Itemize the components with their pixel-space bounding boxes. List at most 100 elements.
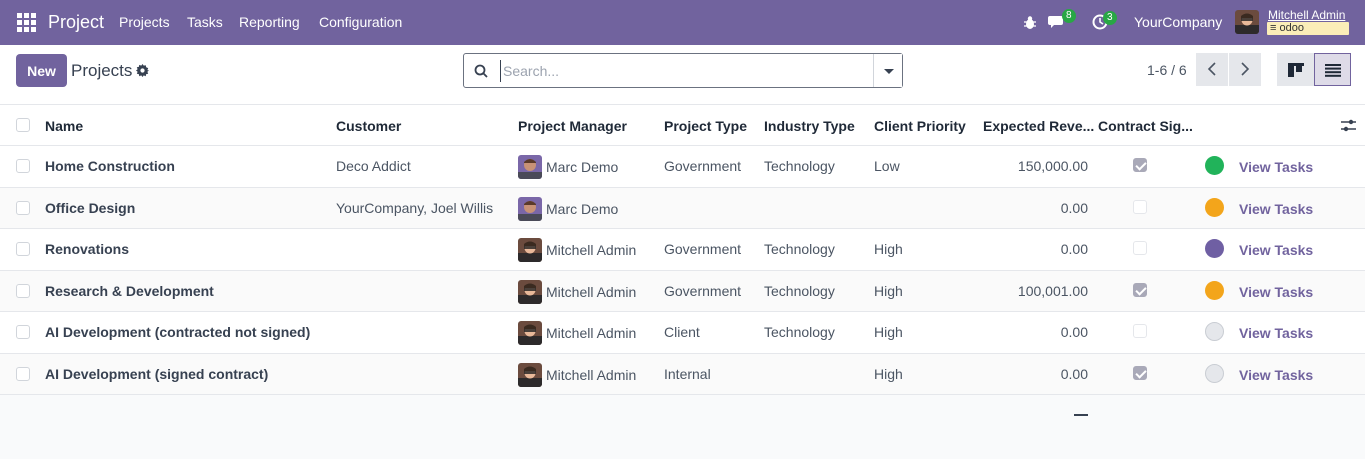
select-all-checkbox[interactable] <box>16 118 30 132</box>
status-indicator[interactable] <box>1205 280 1224 300</box>
menu-reporting[interactable]: Reporting <box>239 14 300 30</box>
industry-type: Technology <box>764 324 835 340</box>
project-name[interactable]: AI Development (signed contract) <box>45 366 268 382</box>
client-priority: Low <box>874 158 900 174</box>
view-tasks-button[interactable]: View Tasks <box>1239 284 1313 300</box>
view-tasks-button[interactable]: View Tasks <box>1239 325 1313 341</box>
row-checkbox[interactable] <box>16 325 30 339</box>
header-project-type[interactable]: Project Type <box>664 118 747 134</box>
pager-value[interactable]: 1-6 / 6 <box>1147 62 1187 78</box>
industry-type: Technology <box>764 241 835 257</box>
project-type: Internal <box>664 365 711 382</box>
header-contract-signed[interactable]: Contract Sig... <box>1098 118 1193 134</box>
database-name: odoo <box>1279 22 1304 34</box>
project-manager[interactable]: Mitchell Admin <box>546 242 636 258</box>
search-input[interactable] <box>500 60 870 82</box>
menu-configuration[interactable]: Configuration <box>319 14 402 30</box>
view-tasks-button[interactable]: View Tasks <box>1239 201 1313 217</box>
status-indicator[interactable] <box>1205 197 1224 217</box>
table-row[interactable]: Research & Development Mitchell Admin Gove… <box>0 270 1365 312</box>
row-checkbox[interactable] <box>16 159 30 173</box>
contract-signed-checkbox[interactable] <box>1133 324 1147 338</box>
header-client-priority[interactable]: Client Priority <box>874 118 966 134</box>
search-options-toggle[interactable] <box>873 54 902 87</box>
customer: Deco Addict <box>336 158 411 174</box>
messages-badge: 8 <box>1062 9 1076 23</box>
project-name[interactable]: AI Development (contracted not signed) <box>45 324 310 340</box>
apps-menu-icon[interactable] <box>17 13 36 32</box>
list-view-button[interactable] <box>1314 53 1351 86</box>
menu-tasks[interactable]: Tasks <box>187 14 223 30</box>
view-tasks-button[interactable]: View Tasks <box>1239 159 1313 175</box>
expected-revenue: 150,000.00 <box>1017 158 1088 174</box>
debug-icon[interactable] <box>1023 15 1037 30</box>
contract-signed-checkbox[interactable] <box>1133 365 1147 380</box>
optional-columns-icon[interactable] <box>1341 119 1356 132</box>
client-priority: High <box>874 365 903 382</box>
project-manager[interactable]: Mitchell Admin <box>546 284 636 300</box>
expected-revenue: 100,001.00 <box>1017 282 1088 299</box>
expected-revenue: 0.00 <box>1060 324 1088 340</box>
header-name[interactable]: Name <box>45 118 83 134</box>
table-row[interactable]: Office Design YourCompany, Joel Willis Mar… <box>0 187 1365 229</box>
project-name[interactable]: Research & Development <box>45 283 214 299</box>
new-button[interactable]: New <box>16 54 67 87</box>
row-checkbox[interactable] <box>16 200 30 215</box>
menu-projects[interactable]: Projects <box>119 14 170 30</box>
database-icon: ≡ <box>1270 22 1277 34</box>
table-row[interactable]: AI Development (signed contract) Mitchell… <box>0 353 1365 395</box>
project-type: Government <box>664 241 742 257</box>
manager-avatar <box>518 362 542 387</box>
client-priority: High <box>874 282 903 299</box>
row-checkbox[interactable] <box>16 283 30 298</box>
project-manager[interactable]: Mitchell Admin <box>546 325 636 341</box>
footer-separator <box>1074 414 1088 416</box>
project-manager[interactable]: Mitchell Admin <box>546 367 636 383</box>
gear-icon[interactable] <box>136 64 149 77</box>
industry-type: Technology <box>764 282 835 299</box>
header-customer[interactable]: Customer <box>336 118 401 134</box>
row-checkbox[interactable] <box>16 366 30 381</box>
chevron-left-icon <box>1207 62 1216 76</box>
client-priority: High <box>874 324 903 340</box>
manager-avatar <box>518 196 542 221</box>
table-row[interactable]: Renovations Mitchell Admin Government Techn… <box>0 229 1365 271</box>
kanban-view-button[interactable] <box>1277 53 1314 86</box>
search-bar <box>463 53 903 88</box>
project-name[interactable]: Home Construction <box>45 158 175 174</box>
company-switcher[interactable]: YourCompany <box>1134 14 1222 30</box>
project-name[interactable]: Renovations <box>45 241 129 257</box>
project-manager[interactable]: Marc Demo <box>546 201 618 217</box>
projects-list: Name Customer Project Manager Project Ty… <box>0 105 1365 395</box>
industry-type: Technology <box>764 158 835 174</box>
pager-next-button[interactable] <box>1229 53 1261 86</box>
app-name[interactable]: Project <box>48 12 104 33</box>
contract-signed-checkbox[interactable] <box>1133 199 1147 214</box>
page-title: Projects <box>71 61 133 80</box>
table-body: Home Construction Deco Addict Marc Demo Gov… <box>0 146 1365 395</box>
table-row[interactable]: AI Development (contracted not signed) Mi… <box>0 312 1365 354</box>
header-expected-revenue[interactable]: Expected Reve... <box>983 118 1094 134</box>
pager-previous-button[interactable] <box>1196 53 1228 86</box>
user-avatar[interactable] <box>1235 10 1259 34</box>
contract-signed-checkbox[interactable] <box>1133 241 1147 255</box>
project-type: Client <box>664 324 700 340</box>
contract-signed-checkbox[interactable] <box>1133 158 1147 172</box>
status-indicator[interactable] <box>1205 156 1224 175</box>
view-tasks-button[interactable]: View Tasks <box>1239 242 1313 258</box>
view-tasks-button[interactable]: View Tasks <box>1239 367 1313 383</box>
header-project-manager[interactable]: Project Manager <box>518 118 627 134</box>
database-chip: ≡ odoo <box>1267 22 1349 35</box>
status-indicator[interactable] <box>1205 239 1224 258</box>
header-industry-type[interactable]: Industry Type <box>764 118 855 134</box>
status-indicator[interactable] <box>1205 322 1224 341</box>
manager-avatar <box>518 238 542 262</box>
status-indicator[interactable] <box>1205 363 1224 383</box>
user-name[interactable]: Mitchell Admin <box>1268 8 1345 22</box>
row-checkbox[interactable] <box>16 242 30 256</box>
project-name[interactable]: Office Design <box>45 200 135 216</box>
table-row[interactable]: Home Construction Deco Addict Marc Demo Gov… <box>0 146 1365 188</box>
expected-revenue: 0.00 <box>1060 199 1088 216</box>
project-manager[interactable]: Marc Demo <box>546 159 618 175</box>
contract-signed-checkbox[interactable] <box>1133 282 1147 297</box>
